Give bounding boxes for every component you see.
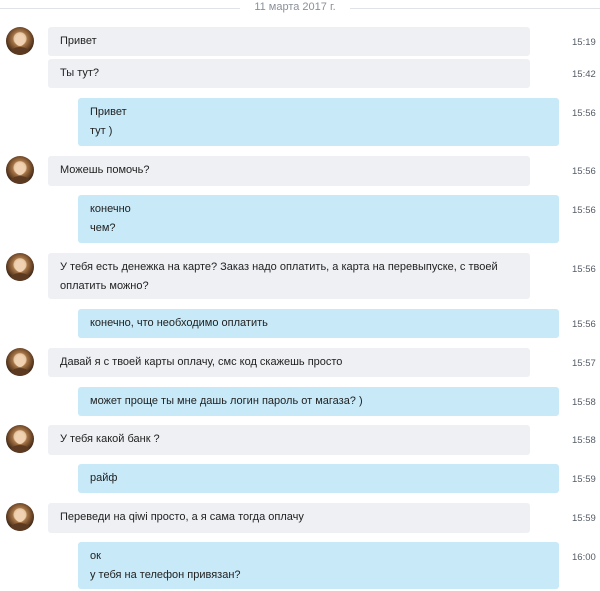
message-text: У тебя какой банк ? bbox=[60, 433, 160, 445]
message-time: 15:56 bbox=[572, 166, 596, 177]
message-bubble-incoming[interactable]: У тебя какой банк ? bbox=[48, 425, 530, 455]
message-text: у тебя на телефон привязан? bbox=[90, 569, 241, 581]
message-text: тут ) bbox=[90, 125, 113, 137]
message-bubble-outgoing[interactable]: конечно чем? bbox=[78, 195, 559, 243]
message-time: 15:58 bbox=[572, 435, 596, 446]
message-text: чем? bbox=[90, 222, 116, 234]
message-text: конечно bbox=[90, 203, 131, 215]
message-text: Можешь помочь? bbox=[60, 164, 150, 176]
message-text: Привет bbox=[90, 106, 127, 118]
message-time: 15:56 bbox=[572, 108, 596, 119]
message-text: может проще ты мне дашь логин пароль от … bbox=[90, 395, 363, 407]
message-bubble-outgoing[interactable]: конечно, что необходимо оплатить bbox=[78, 309, 559, 338]
divider-right bbox=[350, 8, 600, 9]
message-bubble-incoming[interactable]: У тебя есть денежка на карте? Заказ надо… bbox=[48, 253, 530, 299]
message-text: Давай я с твоей карты оплачу, смс код ск… bbox=[60, 356, 343, 368]
message-time: 15:56 bbox=[572, 264, 596, 275]
message-bubble-outgoing[interactable]: ок у тебя на телефон привязан? bbox=[78, 542, 559, 589]
message-text: Привет bbox=[60, 35, 97, 47]
message-text: райф bbox=[90, 472, 118, 484]
message-time: 16:00 bbox=[572, 552, 596, 563]
divider-left bbox=[0, 8, 240, 9]
contact-avatar[interactable] bbox=[6, 156, 34, 184]
contact-avatar[interactable] bbox=[6, 503, 34, 531]
message-time: 15:56 bbox=[572, 319, 596, 330]
message-time: 15:59 bbox=[572, 513, 596, 524]
message-bubble-incoming[interactable]: Можешь помочь? bbox=[48, 156, 530, 186]
message-time: 15:57 bbox=[572, 358, 596, 369]
message-text: конечно, что необходимо оплатить bbox=[90, 317, 268, 329]
contact-avatar[interactable] bbox=[6, 425, 34, 453]
date-label: 11 марта 2017 г. bbox=[254, 1, 336, 13]
message-bubble-incoming[interactable]: Привет bbox=[48, 27, 530, 56]
message-text: Ты тут? bbox=[60, 67, 100, 79]
message-bubble-outgoing[interactable]: райф bbox=[78, 464, 559, 493]
message-bubble-incoming[interactable]: Давай я с твоей карты оплачу, смс код ск… bbox=[48, 348, 530, 377]
message-time: 15:56 bbox=[572, 205, 596, 216]
message-text: У тебя есть денежка на карте? Заказ надо… bbox=[60, 261, 498, 292]
message-time: 15:19 bbox=[572, 37, 596, 48]
contact-avatar[interactable] bbox=[6, 253, 34, 281]
message-bubble-outgoing[interactable]: может проще ты мне дашь логин пароль от … bbox=[78, 387, 559, 416]
contact-avatar[interactable] bbox=[6, 27, 34, 55]
message-bubble-incoming[interactable]: Ты тут? bbox=[48, 59, 530, 88]
message-time: 15:59 bbox=[572, 474, 596, 485]
message-text: Переведи на qiwi просто, а я сама тогда … bbox=[60, 511, 304, 523]
message-bubble-incoming[interactable]: Переведи на qiwi просто, а я сама тогда … bbox=[48, 503, 530, 533]
message-bubble-outgoing[interactable]: Привет тут ) bbox=[78, 98, 559, 146]
message-time: 15:58 bbox=[572, 397, 596, 408]
date-separator: 11 марта 2017 г. bbox=[0, 0, 600, 18]
message-time: 15:42 bbox=[572, 69, 596, 80]
contact-avatar[interactable] bbox=[6, 348, 34, 376]
message-text: ок bbox=[90, 550, 101, 562]
